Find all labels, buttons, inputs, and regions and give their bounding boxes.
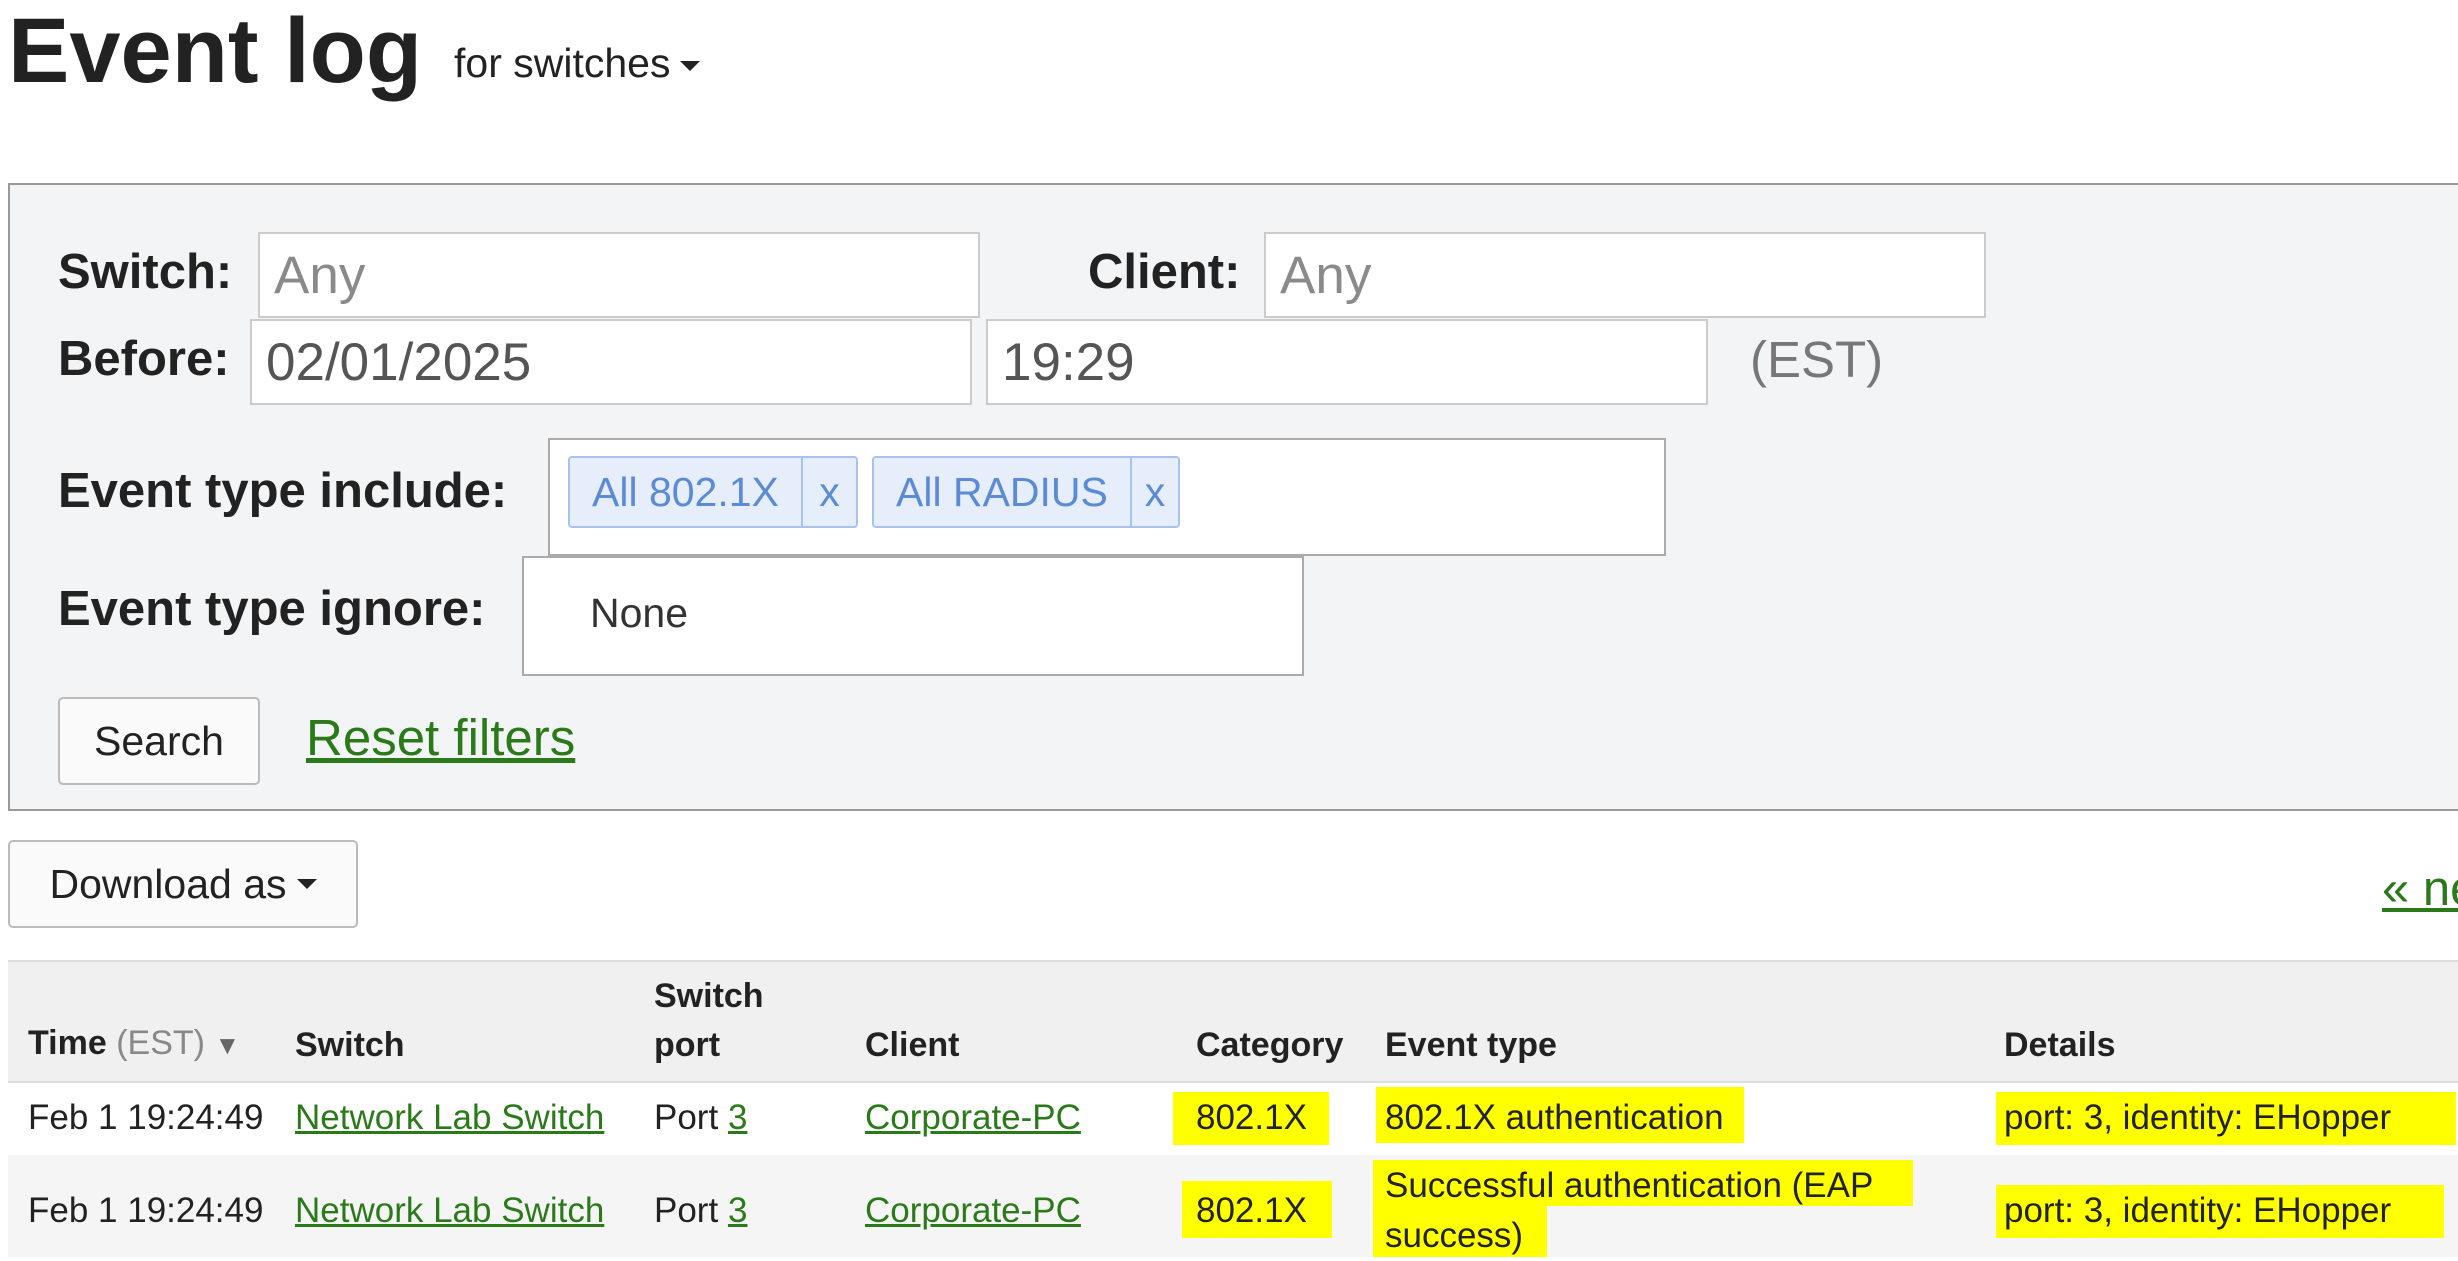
row1-port: Port 3 [654, 1096, 747, 1140]
pager-newer-link[interactable]: « ne [2382, 861, 2458, 917]
reset-filters-link[interactable]: Reset filters [306, 708, 575, 767]
scope-dropdown[interactable]: for switches [454, 40, 701, 87]
row2-category: 802.1X [1196, 1191, 1307, 1230]
before-label: Before: [58, 332, 230, 386]
search-button[interactable]: Search [58, 697, 260, 785]
row1-details: port: 3, identity: EHopper [2004, 1098, 2392, 1137]
column-header-time[interactable]: Time (EST) ▼ [28, 1019, 240, 1070]
timezone-label: (EST) [1750, 331, 1884, 388]
event-type-include-select[interactable]: All 802.1X x All RADIUS x [548, 438, 1666, 556]
row1-category: 802.1X [1196, 1098, 1307, 1137]
before-time-input[interactable] [986, 319, 1708, 405]
before-date-input[interactable] [250, 319, 972, 405]
scope-dropdown-label: for switches [454, 40, 671, 86]
row2-event-type: Successful authentication (EAP success) [1385, 1161, 1873, 1261]
column-header-switch[interactable]: Switch [295, 1021, 405, 1070]
time-header-tz: (EST) [116, 1024, 205, 1062]
sort-desc-icon[interactable]: ▼ [214, 1030, 240, 1060]
client-input[interactable] [1264, 232, 1986, 318]
include-chip-label: All 802.1X [592, 468, 779, 515]
row1-client: Corporate-PC [865, 1096, 1081, 1140]
column-header-details[interactable]: Details [2004, 1021, 2116, 1070]
row2-switch-link[interactable]: Network Lab Switch [295, 1189, 604, 1233]
row2-time: Feb 1 19:24:49 [28, 1191, 264, 1230]
client-link[interactable]: Corporate-PC [865, 1098, 1081, 1137]
caret-down-icon [296, 879, 317, 889]
row2-port: Port 3 [654, 1189, 747, 1233]
switch-port-header-line2: port [654, 1026, 721, 1064]
port-link[interactable]: 3 [728, 1098, 747, 1137]
row2-client: Corporate-PC [865, 1189, 1081, 1233]
event-type-line1: Successful authentication (EAP [1385, 1166, 1874, 1205]
switch-port-header-line1: Switch [654, 977, 764, 1015]
port-link[interactable]: 3 [728, 1191, 747, 1230]
download-as-button[interactable]: Download as [8, 840, 358, 928]
port-prefix: Port [654, 1191, 719, 1230]
time-header-label: Time [28, 1024, 107, 1062]
column-header-category[interactable]: Category [1196, 1021, 1343, 1070]
column-header-client[interactable]: Client [865, 1021, 959, 1070]
row1-time: Feb 1 19:24:49 [28, 1098, 264, 1137]
page-title: Event log [8, 0, 423, 102]
download-as-label: Download as [49, 860, 287, 907]
include-chip-radius: All RADIUS x [872, 456, 1180, 528]
remove-chip-icon[interactable]: x [1129, 458, 1178, 526]
port-prefix: Port [654, 1098, 719, 1137]
client-link[interactable]: Corporate-PC [865, 1191, 1081, 1230]
switch-label: Switch: [58, 245, 233, 299]
switch-input[interactable] [258, 232, 980, 318]
switch-link[interactable]: Network Lab Switch [295, 1098, 604, 1137]
include-chip-label: All RADIUS [896, 468, 1108, 515]
caret-down-icon [680, 61, 701, 72]
switch-link[interactable]: Network Lab Switch [295, 1191, 604, 1230]
include-chip-8021x: All 802.1X x [568, 456, 858, 528]
client-label: Client: [1088, 245, 1241, 299]
event-type-ignore-value: None [590, 590, 689, 636]
row1-switch-link[interactable]: Network Lab Switch [295, 1096, 604, 1140]
event-type-include-label: Event type include: [58, 464, 508, 518]
column-header-event-type[interactable]: Event type [1385, 1021, 1557, 1070]
event-type-ignore-label: Event type ignore: [58, 582, 486, 636]
row1-event-type: 802.1X authentication [1385, 1098, 1724, 1137]
column-header-switch-port[interactable]: Switch port [654, 972, 764, 1070]
remove-chip-icon[interactable]: x [800, 458, 856, 526]
event-type-line2: success) [1385, 1216, 1524, 1255]
row2-details: port: 3, identity: EHopper [2004, 1191, 2392, 1230]
